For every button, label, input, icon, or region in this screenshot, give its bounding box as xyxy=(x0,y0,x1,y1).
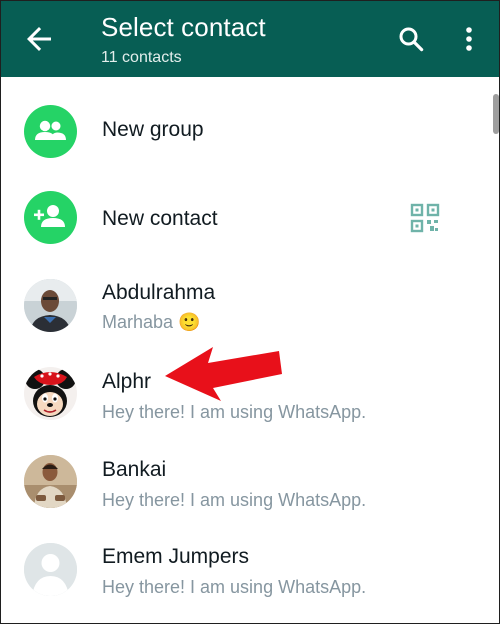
contact-status: Hey there! I am using WhatsApp. xyxy=(102,402,367,422)
profile-photo-icon xyxy=(24,279,77,332)
new-group-row[interactable]: New group xyxy=(1,101,491,163)
new-contact-avatar xyxy=(24,191,77,244)
search-button[interactable] xyxy=(396,24,426,54)
screenshot-frame: Select contact 11 contacts New group New… xyxy=(0,0,500,624)
new-contact-label: New contact xyxy=(102,207,218,230)
contact-avatar xyxy=(24,367,77,420)
contact-avatar xyxy=(24,279,77,332)
contact-name: Abdulrahma xyxy=(102,281,216,304)
group-icon xyxy=(35,120,66,140)
contact-row[interactable]: Emem Jumpers Hey there! I am using Whats… xyxy=(1,541,491,603)
contact-avatar xyxy=(24,543,77,596)
more-options-button[interactable] xyxy=(457,23,481,55)
contact-row[interactable]: Bankai Hey there! I am using WhatsApp. xyxy=(1,453,491,515)
contact-name: Emem Jumpers xyxy=(102,545,250,568)
back-button[interactable] xyxy=(21,21,57,57)
qr-code-button[interactable] xyxy=(410,203,440,233)
contact-row[interactable]: Abdulrahma Marhaba 🙂 xyxy=(1,277,491,339)
app-bar: Select contact 11 contacts xyxy=(1,1,499,77)
contact-avatar xyxy=(24,455,77,508)
more-vert-icon xyxy=(466,27,472,51)
minnie-mouse-avatar-icon xyxy=(24,367,77,420)
qr-code-icon xyxy=(410,203,440,233)
contact-status: Hey there! I am using WhatsApp. xyxy=(102,490,367,510)
contact-count: 11 contacts xyxy=(101,49,182,66)
scrollbar-thumb[interactable] xyxy=(493,94,499,134)
page-title: Select contact xyxy=(101,12,266,42)
new-group-avatar xyxy=(24,105,77,158)
contact-name: Bankai xyxy=(102,458,167,481)
contact-name: Alphr xyxy=(102,370,152,393)
profile-photo-icon xyxy=(24,455,77,508)
arrow-back-icon xyxy=(27,27,51,51)
add-person-icon xyxy=(34,205,65,227)
contact-status: Hey there! I am using WhatsApp. xyxy=(102,577,367,597)
default-person-icon xyxy=(24,543,77,596)
annotation-arrow-icon xyxy=(165,347,282,401)
contact-status: Marhaba 🙂 xyxy=(102,312,201,332)
new-group-label: New group xyxy=(102,118,204,141)
search-icon xyxy=(399,27,424,52)
